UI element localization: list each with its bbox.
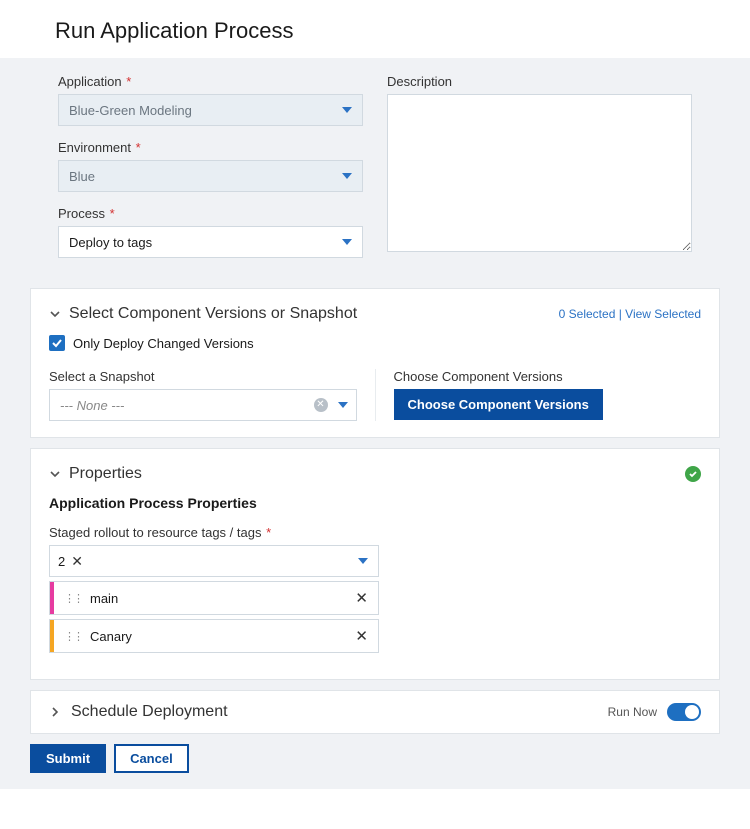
status-ok-icon xyxy=(685,466,701,482)
environment-label: Environment * xyxy=(58,140,363,155)
properties-panel: Properties Application Process Propertie… xyxy=(30,448,720,680)
properties-subhead: Application Process Properties xyxy=(49,495,701,511)
chevron-down-icon xyxy=(342,107,352,113)
drag-handle-icon[interactable]: ⋮⋮ xyxy=(54,592,90,605)
remove-tag-icon[interactable]: ✕ xyxy=(355,627,368,645)
versions-title: Select Component Versions or Snapshot xyxy=(69,305,357,323)
selected-count: 0 Selected xyxy=(559,307,616,321)
snapshot-label: Select a Snapshot xyxy=(49,369,357,384)
chevron-down-icon xyxy=(338,402,348,408)
clear-count-icon[interactable]: ✕ xyxy=(71,553,83,570)
run-now-label: Run Now xyxy=(608,705,657,719)
application-select[interactable]: Blue-Green Modeling xyxy=(58,94,363,126)
choose-versions-button[interactable]: Choose Component Versions xyxy=(394,389,603,420)
chevron-down-icon xyxy=(342,239,352,245)
tag-name: main xyxy=(90,591,118,606)
only-changed-label: Only Deploy Changed Versions xyxy=(73,336,254,351)
cancel-button[interactable]: Cancel xyxy=(114,744,189,773)
submit-button[interactable]: Submit xyxy=(30,744,106,773)
versions-panel: Select Component Versions or Snapshot 0 … xyxy=(30,288,720,438)
only-changed-checkbox[interactable] xyxy=(49,335,65,351)
description-label: Description xyxy=(387,74,692,89)
chevron-down-icon xyxy=(342,173,352,179)
schedule-title: Schedule Deployment xyxy=(71,703,228,721)
chevron-right-icon[interactable] xyxy=(49,706,61,718)
application-label: Application * xyxy=(58,74,363,89)
view-selected-link[interactable]: View Selected xyxy=(625,307,701,321)
chevron-down-icon[interactable] xyxy=(49,468,61,480)
drag-handle-icon[interactable]: ⋮⋮ xyxy=(54,630,90,643)
tag-item: ⋮⋮ Canary ✕ xyxy=(49,619,379,653)
run-now-toggle[interactable] xyxy=(667,703,701,721)
properties-title: Properties xyxy=(69,465,142,483)
page-title: Run Application Process xyxy=(55,18,710,44)
tag-name: Canary xyxy=(90,629,132,644)
schedule-panel: Schedule Deployment Run Now xyxy=(30,690,720,734)
clear-icon[interactable]: ✕ xyxy=(314,398,328,412)
snapshot-select[interactable]: --- None --- ✕ xyxy=(49,389,357,421)
process-select[interactable]: Deploy to tags xyxy=(58,226,363,258)
tag-item: ⋮⋮ main ✕ xyxy=(49,581,379,615)
staged-tags-select[interactable]: 2 ✕ xyxy=(49,545,379,577)
process-label: Process * xyxy=(58,206,363,221)
chevron-down-icon xyxy=(358,558,368,564)
environment-select[interactable]: Blue xyxy=(58,160,363,192)
remove-tag-icon[interactable]: ✕ xyxy=(355,589,368,607)
description-textarea[interactable] xyxy=(387,94,692,252)
staged-label: Staged rollout to resource tags / tags * xyxy=(49,525,701,540)
chevron-down-icon[interactable] xyxy=(49,308,61,320)
choose-versions-label: Choose Component Versions xyxy=(394,369,702,384)
